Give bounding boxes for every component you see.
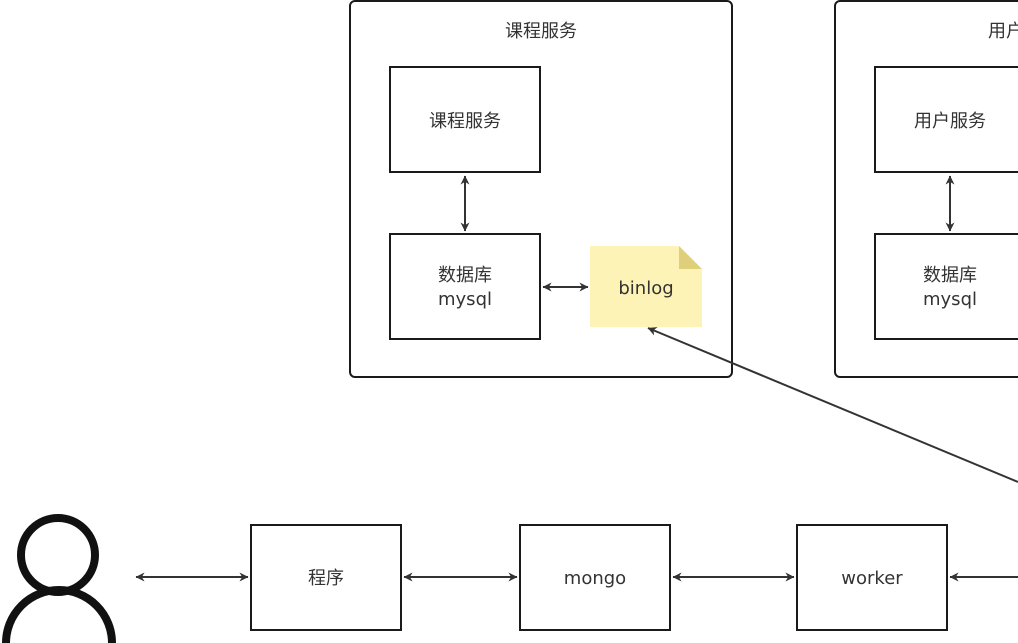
binlog-label: binlog [618,278,673,299]
course-group-title: 课程服务 [505,21,577,42]
course-db-label-line1: 数据库 [438,265,492,286]
user-actor-head [17,514,99,596]
course-service-label: 课程服务 [429,111,501,132]
user-actor-icon [2,514,116,643]
course-service-group: 课程服务 课程服务 数据库 mysql binlog [349,0,733,378]
user-service-label: 用户服务 [914,111,986,132]
course-db-node [389,233,541,340]
user-db-label-line2: mysql [923,289,977,310]
mongo-label: mongo [564,568,626,589]
worker-to-binlog-arrow [647,327,1018,483]
binlog-note-fold [679,246,702,269]
user-actor-body [2,586,116,643]
user-group-title: 用户 [988,21,1018,42]
worker-label: worker [841,568,903,589]
program-label: 程序 [308,568,344,589]
course-db-label-line2: mysql [438,289,492,310]
user-service-group: 用户 用户服务 数据库 mysql [834,0,1018,378]
user-db-node [874,233,1018,340]
architecture-diagram: 课程服务 课程服务 数据库 mysql binlog 用户 用户服务 数据库 m… [2,0,1018,643]
user-db-label-line1: 数据库 [923,265,977,286]
binlog-note: binlog [590,246,702,327]
